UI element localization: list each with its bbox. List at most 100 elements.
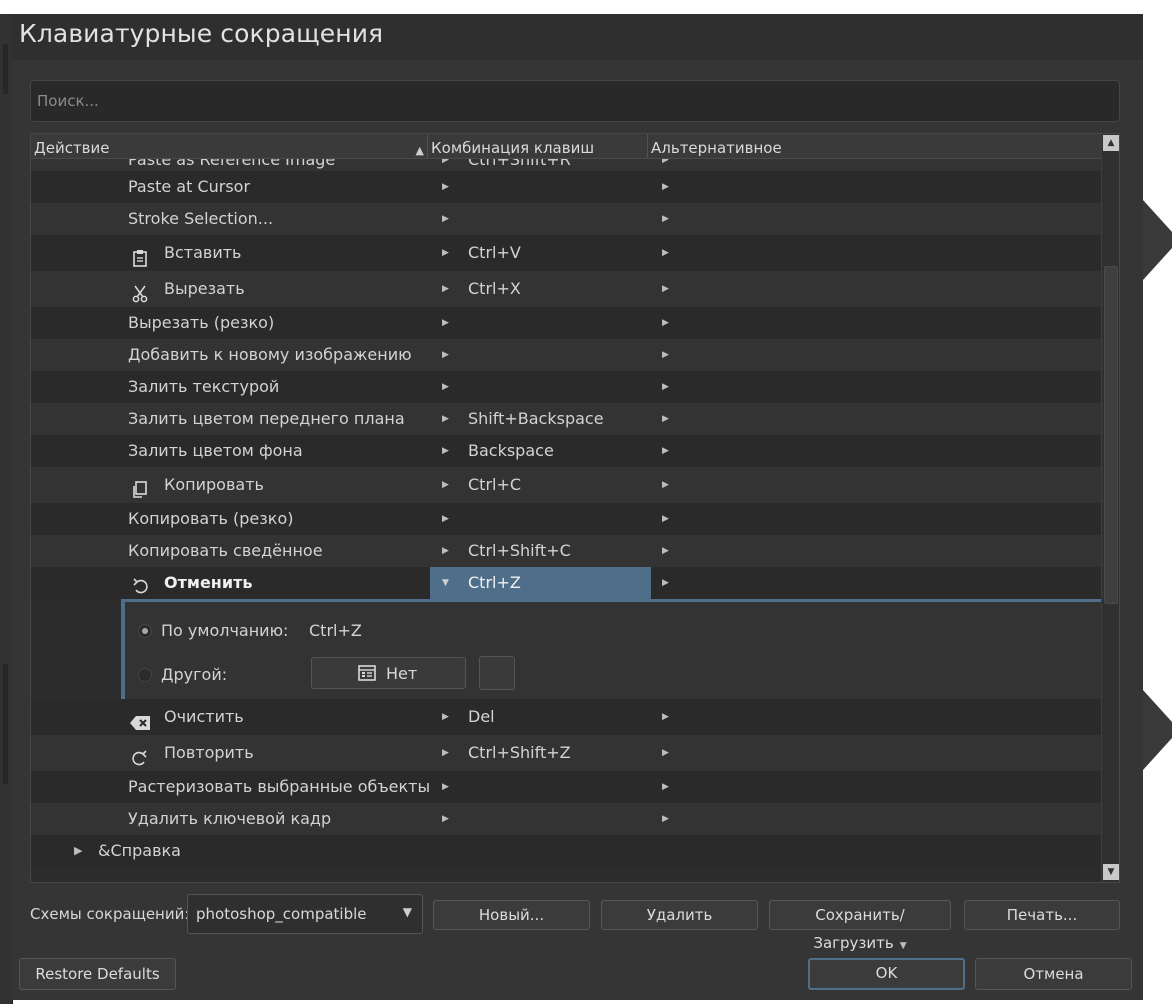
background-decoration <box>3 664 8 784</box>
table-row[interactable]: Stroke Selection... ▶ ▶ <box>31 203 1101 235</box>
scissors-icon <box>131 280 149 303</box>
expand-arrow-icon[interactable]: ▶ <box>442 271 449 307</box>
dialog-title: Клавиатурные сокращения <box>19 19 384 48</box>
shortcuts-table: Действие ▲ Комбинация клавиш Альтернатив… <box>30 133 1120 883</box>
expand-arrow-icon[interactable]: ▶ <box>662 271 669 307</box>
table-row[interactable]: Очистить ▶ Del ▶ <box>31 699 1101 735</box>
default-label: По умолчанию: <box>161 621 289 640</box>
expand-arrow-icon[interactable]: ▶ <box>662 339 669 371</box>
ok-button[interactable]: OK <box>808 958 965 990</box>
default-radio[interactable] <box>138 624 152 638</box>
column-header-action[interactable]: Действие ▲ <box>31 134 428 158</box>
scroll-up-icon[interactable]: ▲ <box>1103 135 1119 151</box>
expand-arrow-icon[interactable]: ▶ <box>442 699 449 735</box>
table-body: Paste as Reference Image ▶ Ctrl+Shift+R … <box>31 159 1101 882</box>
table-row[interactable]: Paste at Cursor ▶ ▶ <box>31 171 1101 203</box>
expand-arrow-icon[interactable]: ▶ <box>662 803 669 835</box>
expand-arrow-icon[interactable]: ▶ <box>442 307 449 339</box>
expand-arrow-icon[interactable]: ▶ <box>442 503 449 535</box>
group-label: &Справка <box>98 841 181 860</box>
background-decoration <box>3 44 8 94</box>
undo-icon <box>131 574 149 594</box>
table-row[interactable]: Залить цветом переднего плана ▶ Shift+Ba… <box>31 403 1101 435</box>
expand-arrow-icon[interactable]: ▶ <box>662 567 669 599</box>
default-shortcut-value: Ctrl+Z <box>309 621 362 640</box>
expand-arrow-icon[interactable]: ▶ <box>442 735 449 771</box>
table-row[interactable]: Вырезать (резко) ▶ ▶ <box>31 307 1101 339</box>
scroll-down-icon[interactable]: ▼ <box>1103 864 1119 880</box>
expand-arrow-icon[interactable]: ▶ <box>662 535 669 567</box>
copy-icon <box>131 476 149 498</box>
table-row[interactable]: Копировать сведённое ▶ Ctrl+Shift+C ▶ <box>31 535 1101 567</box>
expand-arrow-icon[interactable]: ▶ <box>442 403 449 435</box>
table-row[interactable]: Добавить к новому изображению ▶ ▶ <box>31 339 1101 371</box>
expand-arrow-icon[interactable]: ▶ <box>442 803 449 835</box>
expand-arrow-icon[interactable]: ▶ <box>442 435 449 467</box>
paste-icon <box>131 244 149 267</box>
new-scheme-button[interactable]: Новый... <box>433 900 590 930</box>
table-row[interactable]: Залить цветом фона ▶ Backspace ▶ <box>31 435 1101 467</box>
scrollbar-thumb[interactable] <box>1104 266 1118 604</box>
expand-arrow-icon[interactable]: ▶ <box>662 203 669 235</box>
expand-arrow-icon[interactable]: ▶ <box>442 467 449 503</box>
custom-label: Другой: <box>161 665 228 684</box>
shortcuts-dialog: Клавиатурные сокращения Действие ▲ Комби… <box>12 14 1143 1000</box>
delete-scheme-button[interactable]: Удалить <box>601 900 758 930</box>
cancel-button[interactable]: Отмена <box>975 958 1132 990</box>
collapse-arrow-icon[interactable]: ▼ <box>442 567 449 599</box>
expand-arrow-icon[interactable]: ▶ <box>662 503 669 535</box>
expand-arrow-icon[interactable]: ▶ <box>442 235 449 271</box>
print-button[interactable]: Печать... <box>964 900 1120 930</box>
group-row-help[interactable]: ▶ &Справка <box>31 835 1101 867</box>
background-window-edge <box>1143 0 1172 1004</box>
shortcut-capture-button[interactable]: Нет <box>311 657 466 689</box>
search-box[interactable] <box>30 80 1120 122</box>
table-row[interactable]: Повторить ▶ Ctrl+Shift+Z ▶ <box>31 735 1101 771</box>
restore-defaults-button[interactable]: Restore Defaults <box>19 958 176 990</box>
expand-arrow-icon[interactable]: ▶ <box>662 171 669 203</box>
expand-arrow-icon[interactable]: ▶ <box>442 339 449 371</box>
shortcut-options-button[interactable] <box>479 656 515 690</box>
column-header-alternative[interactable]: Альтернативное <box>648 134 1101 158</box>
expand-arrow-icon[interactable]: ▶ <box>662 771 669 803</box>
vertical-scrollbar[interactable]: ▲ ▼ <box>1101 134 1119 882</box>
expand-arrow-icon[interactable]: ▶ <box>662 435 669 467</box>
expand-arrow-icon[interactable]: ▶ <box>662 699 669 735</box>
expand-arrow-icon[interactable]: ▶ <box>662 735 669 771</box>
table-row[interactable]: Paste as Reference Image ▶ Ctrl+Shift+R … <box>31 159 1101 171</box>
expand-arrow-icon[interactable]: ▶ <box>662 403 669 435</box>
background-decoration <box>1143 200 1172 280</box>
table-row[interactable]: Удалить ключевой кадр ▶ ▶ <box>31 803 1101 835</box>
shortcut-cell-selected[interactable] <box>430 567 651 599</box>
expand-group-icon[interactable]: ▶ <box>74 835 82 867</box>
shortcut-editor-panel: По умолчанию: Ctrl+Z Другой: Нет <box>121 599 1101 699</box>
expand-arrow-icon[interactable]: ▶ <box>662 371 669 403</box>
table-header: Действие ▲ Комбинация клавиш Альтернатив… <box>31 134 1101 159</box>
column-header-shortcut[interactable]: Комбинация клавиш <box>428 134 648 158</box>
table-row[interactable]: Копировать (резко) ▶ ▶ <box>31 503 1101 535</box>
save-load-button[interactable]: Сохранить/Загрузить ▼ <box>769 900 951 952</box>
keyboard-icon <box>358 665 376 685</box>
title-bar: Клавиатурные сокращения <box>12 14 1143 60</box>
expand-arrow-icon[interactable]: ▶ <box>442 535 449 567</box>
table-row-selected[interactable]: Отменить ▼ Ctrl+Z ▶ <box>31 567 1101 599</box>
chevron-down-icon: ▼ <box>402 905 412 919</box>
expand-arrow-icon[interactable]: ▶ <box>442 203 449 235</box>
table-row[interactable]: Вырезать ▶ Ctrl+X ▶ <box>31 271 1101 307</box>
expand-arrow-icon[interactable]: ▶ <box>442 159 449 171</box>
table-row[interactable]: Залить текстурой ▶ ▶ <box>31 371 1101 403</box>
expand-arrow-icon[interactable]: ▶ <box>662 467 669 503</box>
expand-arrow-icon[interactable]: ▶ <box>662 307 669 339</box>
search-input[interactable] <box>31 81 1119 121</box>
expand-arrow-icon[interactable]: ▶ <box>442 171 449 203</box>
table-row[interactable]: Растеризовать выбранные объекты ▶ ▶ <box>31 771 1101 803</box>
expand-arrow-icon[interactable]: ▶ <box>442 371 449 403</box>
scheme-select[interactable]: photoshop_compatible ▼ <box>187 894 423 934</box>
custom-radio[interactable] <box>138 668 152 682</box>
table-row[interactable]: Вставить ▶ Ctrl+V ▶ <box>31 235 1101 271</box>
table-row[interactable]: Копировать ▶ Ctrl+C ▶ <box>31 467 1101 503</box>
expand-arrow-icon[interactable]: ▶ <box>662 159 669 171</box>
chevron-down-icon: ▼ <box>899 941 907 951</box>
expand-arrow-icon[interactable]: ▶ <box>662 235 669 271</box>
expand-arrow-icon[interactable]: ▶ <box>442 771 449 803</box>
